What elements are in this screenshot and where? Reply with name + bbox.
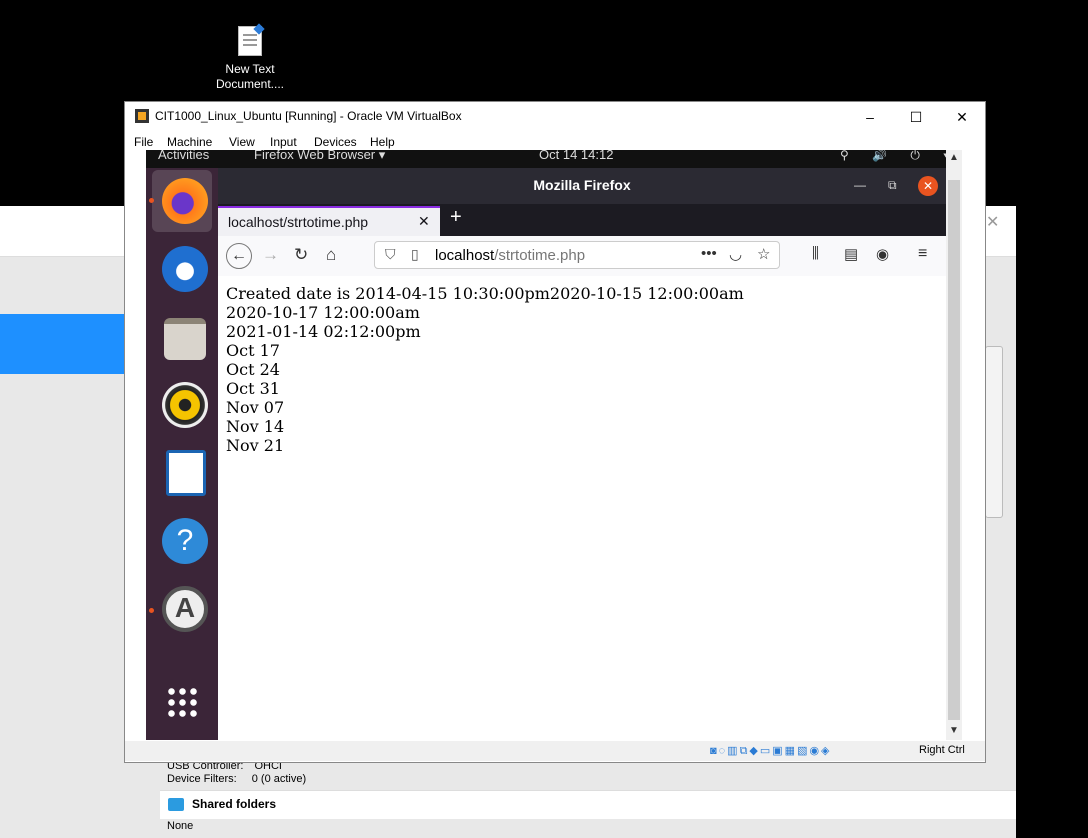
output-line: Oct 24 xyxy=(226,360,280,379)
output-line: Oct 31 xyxy=(226,379,280,398)
forward-button[interactable]: → xyxy=(262,245,279,265)
dock-writer[interactable] xyxy=(152,442,212,504)
account-icon[interactable]: ◉ xyxy=(876,245,889,263)
output-line: Created date is 2014-04-15 10:30:00pm202… xyxy=(226,284,744,303)
dock-software[interactable]: A xyxy=(149,578,212,640)
manager-selected-vm-row[interactable] xyxy=(0,314,125,374)
tab-strip: localhost/strtotime.php ✕ + xyxy=(218,204,946,236)
desktop-icon-label: New Text Document.... xyxy=(215,62,285,91)
php-output: Created date is 2014-04-15 10:30:00pm202… xyxy=(226,284,744,455)
speaker-icon xyxy=(162,382,208,428)
vm-scrollbar[interactable]: ▲ ▼ xyxy=(946,150,962,740)
page-actions-icon[interactable]: ••• xyxy=(701,245,717,262)
home-button[interactable]: ⌂ xyxy=(326,245,336,265)
menu-help[interactable]: Help xyxy=(370,135,395,149)
gnome-top-bar: Activities Firefox Web Browser ▾ Oct 14 … xyxy=(146,150,962,168)
desktop-text-file[interactable]: New Text Document.... xyxy=(210,24,290,92)
device-filters-row: Device Filters: 0 (0 active) xyxy=(167,773,306,785)
apps-grid-icon xyxy=(166,686,198,718)
activities-button[interactable]: Activities xyxy=(158,150,209,162)
shared-folders-header[interactable]: Shared folders xyxy=(160,790,1016,819)
vm-statusbar: ◙◌▥⧉◆▭▣▦▧◉◈ Right Ctrl xyxy=(125,741,985,761)
thunderbird-icon xyxy=(162,246,208,292)
output-line: Oct 17 xyxy=(226,341,280,360)
software-center-icon: A xyxy=(162,586,208,632)
url-path: /strtotime.php xyxy=(494,247,586,264)
shared-folders-value: None xyxy=(167,820,194,832)
vm-menubar: File Machine View Input Devices Help xyxy=(125,130,985,152)
dock-rhythmbox[interactable] xyxy=(152,374,212,436)
scroll-thumb[interactable] xyxy=(948,180,960,720)
scroll-down-icon[interactable]: ▼ xyxy=(949,725,959,736)
url-bar[interactable]: ⛉ ▯ localhost/strtotime.php ••• ◡ ☆ xyxy=(374,241,780,269)
firefox-window: Mozilla Firefox — ⧉ ✕ localhost/strtotim… xyxy=(218,168,946,740)
back-button[interactable]: ← xyxy=(226,243,252,269)
dock-help[interactable]: ? xyxy=(152,510,212,572)
tab-strtotime[interactable]: localhost/strtotime.php ✕ xyxy=(218,206,440,236)
filters-label: Device Filters: xyxy=(167,773,237,785)
document-icon xyxy=(166,450,206,496)
output-line: 2020-10-17 12:00:00am xyxy=(226,303,420,322)
folder-icon xyxy=(164,318,206,360)
firefox-titlebar[interactable]: Mozilla Firefox — ⧉ ✕ xyxy=(218,168,946,204)
menu-input[interactable]: Input xyxy=(270,135,297,149)
tab-close-icon[interactable]: ✕ xyxy=(418,213,430,230)
menu-icon[interactable]: ≡ xyxy=(918,245,927,263)
device-status-icons[interactable]: ◙◌▥⧉◆▭▣▦▧◉◈ xyxy=(710,744,832,758)
ff-minimize-icon[interactable]: — xyxy=(854,178,866,192)
maximize-button[interactable]: ☐ xyxy=(893,105,939,129)
manager-preview-panel xyxy=(985,346,1003,518)
close-button[interactable]: ✕ xyxy=(939,105,985,129)
minimize-button[interactable]: – xyxy=(847,105,893,129)
menu-view[interactable]: View xyxy=(229,135,255,149)
sidebar-icon[interactable]: ▤ xyxy=(844,245,858,263)
new-tab-button[interactable]: + xyxy=(450,206,462,229)
show-apps-button[interactable] xyxy=(152,672,212,734)
shield-icon[interactable]: ⛉ xyxy=(385,246,396,263)
system-tray-icons[interactable]: ⚲ 🔊 ⏻ ▾ xyxy=(840,150,958,163)
menu-machine[interactable]: Machine xyxy=(167,135,212,149)
firefox-window-title: Mozilla Firefox xyxy=(533,177,631,193)
tab-title: localhost/strtotime.php xyxy=(228,214,369,230)
pocket-icon[interactable]: ◡ xyxy=(729,245,742,263)
folder-icon xyxy=(168,798,184,811)
url-host: localhost xyxy=(435,247,495,264)
dock-firefox[interactable] xyxy=(149,170,212,232)
library-icon[interactable]: ⫼ xyxy=(812,245,819,262)
menu-file[interactable]: File xyxy=(134,135,153,149)
app-menu[interactable]: Firefox Web Browser ▾ xyxy=(254,150,385,163)
page-content: Created date is 2014-04-15 10:30:00pm202… xyxy=(218,276,946,740)
host-key-label: Right Ctrl xyxy=(919,744,965,756)
navigation-toolbar: ← → ↻ ⌂ ⛉ ▯ localhost/strtotime.php ••• … xyxy=(218,236,946,277)
dock-files[interactable] xyxy=(152,306,212,368)
output-line: 2021-01-14 02:12:00pm xyxy=(226,322,421,341)
ubuntu-dock: ? A xyxy=(146,168,218,740)
guest-display[interactable]: Activities Firefox Web Browser ▾ Oct 14 … xyxy=(146,150,962,740)
scroll-up-icon[interactable]: ▲ xyxy=(949,152,959,163)
virtualbox-logo-icon xyxy=(135,109,149,123)
clock[interactable]: Oct 14 14:12 xyxy=(539,150,613,162)
help-icon: ? xyxy=(162,518,208,564)
text-file-icon xyxy=(238,26,262,56)
output-line: Nov 21 xyxy=(226,436,285,455)
ff-close-icon[interactable]: ✕ xyxy=(918,176,938,196)
manager-close-icon[interactable]: ✕ xyxy=(986,212,999,232)
shared-folders-title: Shared folders xyxy=(192,797,277,811)
vm-titlebar[interactable]: CIT1000_Linux_Ubuntu [Running] - Oracle … xyxy=(125,102,985,130)
bookmark-star-icon[interactable]: ☆ xyxy=(757,245,770,263)
firefox-icon xyxy=(162,178,208,224)
url-text: localhost/strtotime.php xyxy=(435,247,585,264)
reload-button[interactable]: ↻ xyxy=(294,245,308,265)
menu-devices[interactable]: Devices xyxy=(314,135,357,149)
output-line: Nov 07 xyxy=(226,398,285,417)
filters-value: 0 (0 active) xyxy=(251,773,307,785)
page-info-icon[interactable]: ▯ xyxy=(411,246,419,263)
vm-window-title: CIT1000_Linux_Ubuntu [Running] - Oracle … xyxy=(155,109,462,123)
dock-thunderbird[interactable] xyxy=(152,238,212,300)
ff-restore-icon[interactable]: ⧉ xyxy=(888,178,897,193)
output-line: Nov 14 xyxy=(226,417,285,436)
